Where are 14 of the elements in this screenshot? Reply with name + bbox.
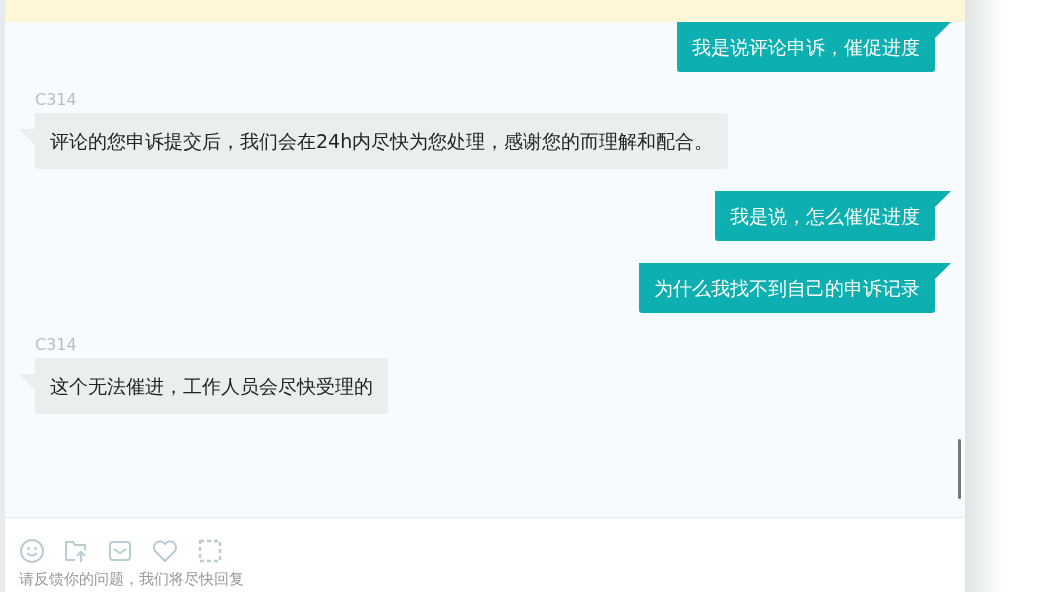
sender-name: C314 (35, 90, 77, 109)
screenshot-icon[interactable] (197, 538, 223, 564)
scrollbar-thumb[interactable] (958, 439, 961, 499)
envelope-icon[interactable] (107, 538, 133, 564)
sent-message-bubble: 我是说评论申诉，催促进度 (677, 22, 935, 72)
received-message-bubble: 评论的您申诉提交后，我们会在24h内尽快为您处理，感谢您的而理解和配合。 (35, 113, 729, 169)
message-input[interactable]: 请反馈你的问题，我们将尽快回复 (17, 570, 421, 588)
emoji-icon[interactable] (19, 538, 45, 564)
sent-message-bubble: 为什么我找不到自己的申诉记录 (639, 263, 935, 313)
sent-message-bubble: 我是说，怎么催促进度 (715, 191, 935, 241)
received-message-bubble: 这个无法催进，工作人员会尽快受理的 (35, 358, 388, 414)
sender-name: C314 (35, 335, 77, 354)
folder-upload-icon[interactable] (63, 538, 89, 564)
heart-icon[interactable] (151, 538, 179, 564)
